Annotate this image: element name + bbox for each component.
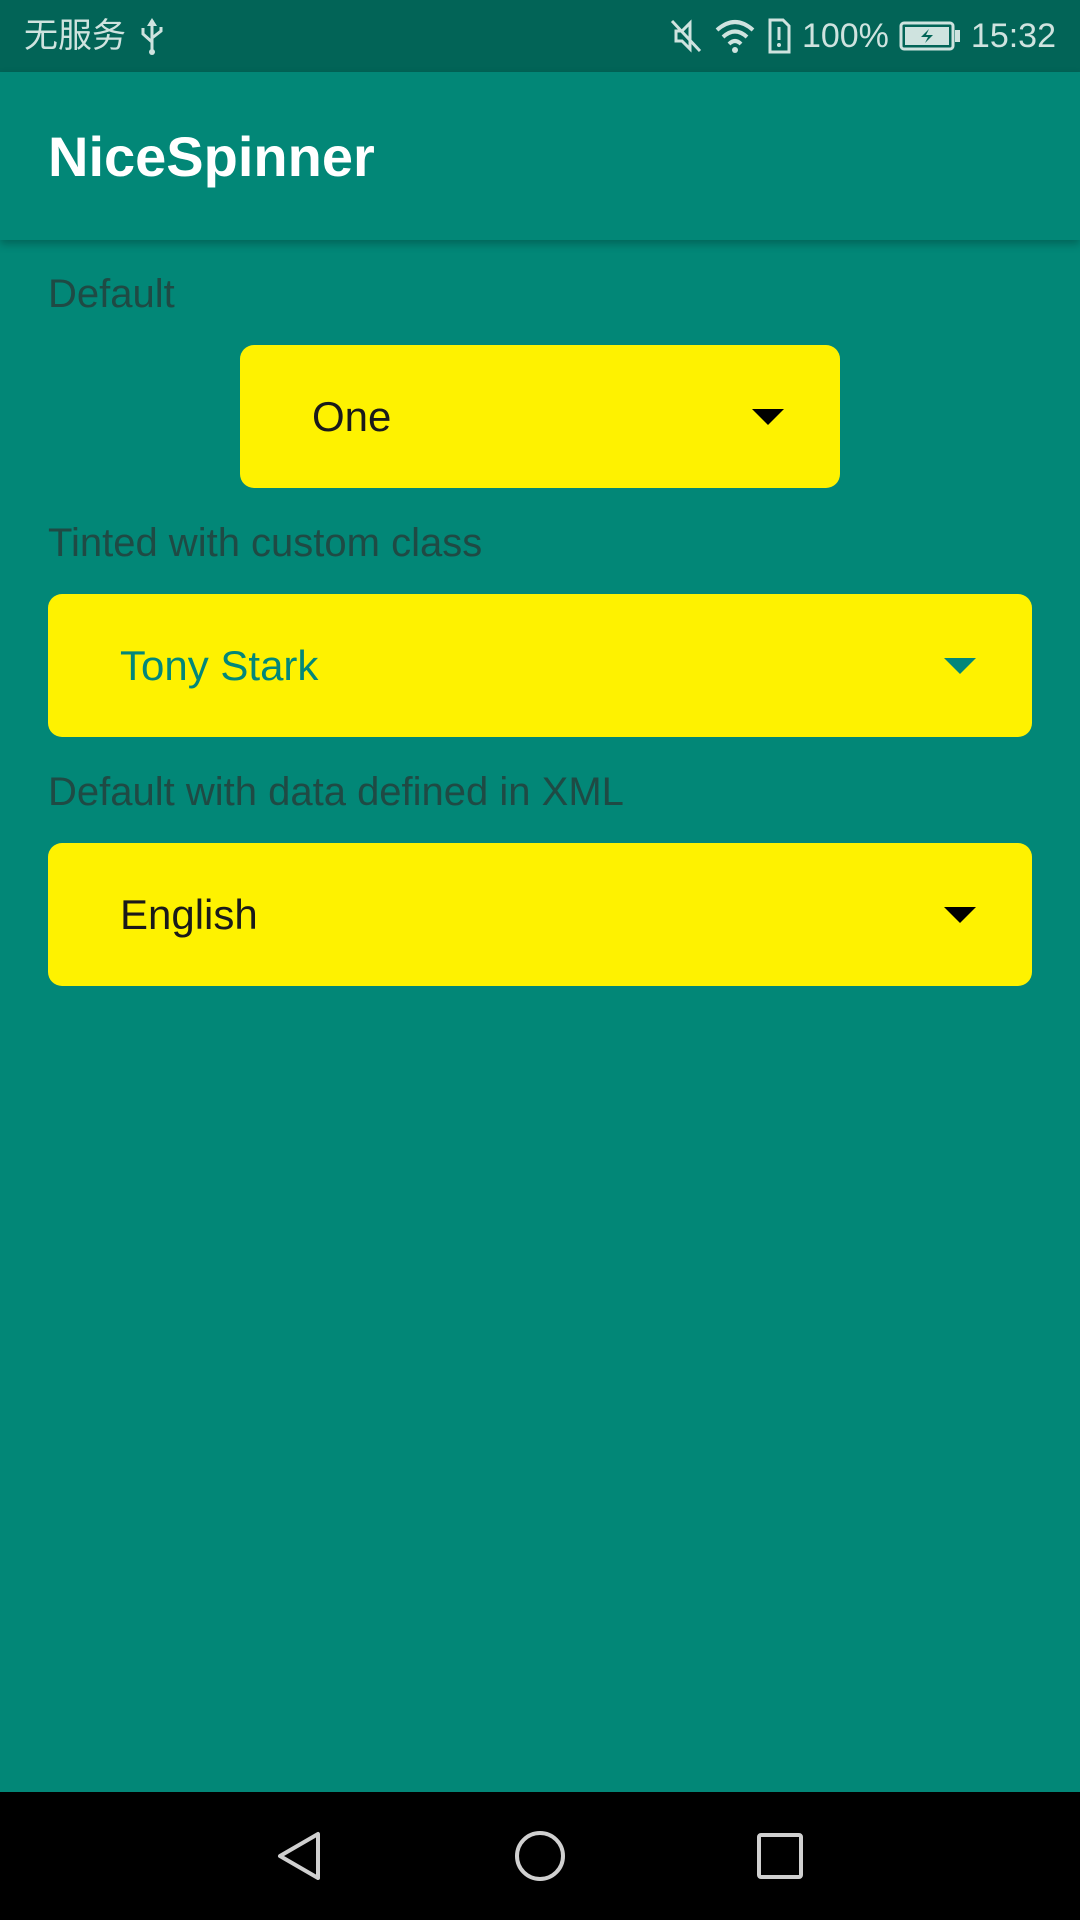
- app-title: NiceSpinner: [48, 124, 375, 188]
- mute-icon: [668, 17, 704, 55]
- carrier-text: 无服务: [24, 16, 126, 56]
- screen: 无服务 100% 15:32 NiceSpinner Default One T…: [0, 0, 1080, 1920]
- usb-icon: [138, 16, 166, 56]
- wifi-icon: [714, 18, 756, 54]
- home-button[interactable]: [470, 1792, 610, 1920]
- home-icon: [515, 1831, 565, 1881]
- back-icon: [278, 1832, 320, 1880]
- status-left: 无服务: [24, 0, 166, 72]
- spinner-selected-value: English: [120, 890, 258, 938]
- navigation-bar: [0, 1792, 1080, 1920]
- xml-spinner[interactable]: English: [48, 843, 1032, 986]
- status-bar: 无服务 100% 15:32: [0, 0, 1080, 72]
- clock-time: 15:32: [970, 17, 1056, 55]
- chevron-down-icon: [944, 906, 976, 923]
- section-label-tinted: Tinted with custom class: [48, 521, 483, 565]
- app-bar: NiceSpinner: [0, 72, 1080, 240]
- recents-icon: [757, 1833, 803, 1879]
- chevron-down-icon: [752, 408, 784, 425]
- status-right: 100% 15:32: [668, 0, 1056, 72]
- sim-alert-icon: [766, 18, 792, 54]
- recents-button[interactable]: [710, 1792, 850, 1920]
- tinted-spinner[interactable]: Tony Stark: [48, 594, 1032, 737]
- section-label-default: Default: [48, 272, 175, 316]
- section-label-xml: Default with data defined in XML: [48, 770, 624, 814]
- battery-percent: 100%: [801, 17, 889, 55]
- spinner-selected-value: One: [312, 392, 392, 440]
- chevron-down-icon: [944, 657, 976, 674]
- default-spinner[interactable]: One: [240, 345, 840, 488]
- spinner-selected-value: Tony Stark: [120, 641, 319, 689]
- battery-charging-icon: [899, 21, 961, 51]
- back-button[interactable]: [230, 1792, 370, 1920]
